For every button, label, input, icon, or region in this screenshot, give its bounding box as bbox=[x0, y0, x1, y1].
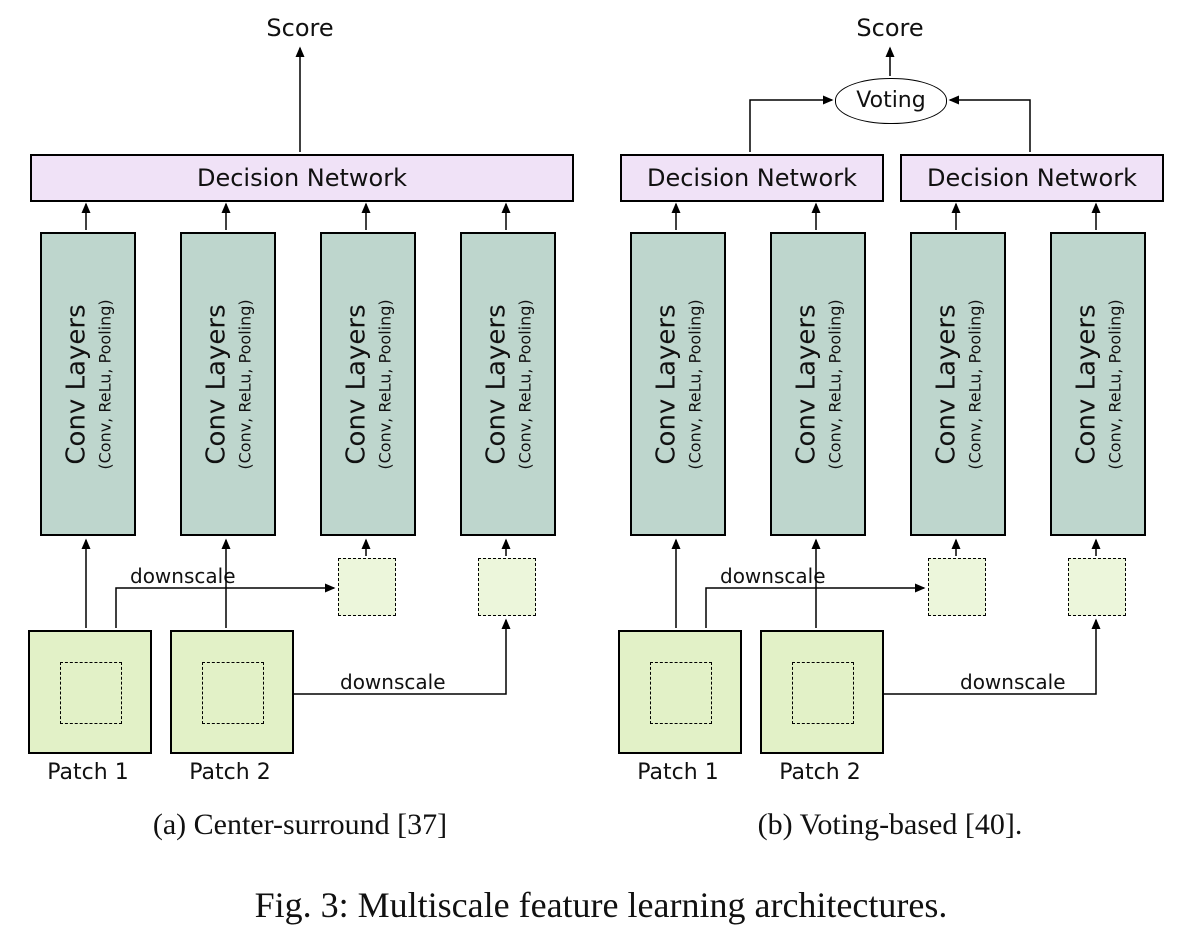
conv-block-a1: Conv Layers(Conv, ReLu, Pooling) bbox=[40, 232, 136, 536]
voting-node: Voting bbox=[835, 78, 947, 124]
downscale-label-b-upper: downscale bbox=[720, 564, 826, 588]
downscaled-patch-a3 bbox=[338, 558, 396, 616]
score-label-a: Score bbox=[230, 14, 370, 42]
patch-2-a bbox=[170, 630, 294, 754]
conv-block-a2: Conv Layers(Conv, ReLu, Pooling) bbox=[180, 232, 276, 536]
downscale-label-a-lower: downscale bbox=[340, 670, 446, 694]
conv-block-b2: Conv Layers(Conv, ReLu, Pooling) bbox=[770, 232, 866, 536]
decision-network-a: Decision Network bbox=[30, 154, 574, 202]
inner-patch-icon bbox=[202, 662, 264, 724]
inner-patch-icon bbox=[650, 662, 712, 724]
patch-2-label-b: Patch 2 bbox=[760, 760, 880, 785]
conv-block-a3: Conv Layers(Conv, ReLu, Pooling) bbox=[320, 232, 416, 536]
downscale-label-b-lower: downscale bbox=[960, 670, 1066, 694]
subcaption-a: (a) Center-surround [37] bbox=[20, 808, 580, 842]
figure-caption: Fig. 3: Multiscale feature learning arch… bbox=[0, 884, 1202, 926]
downscaled-patch-b4 bbox=[1068, 558, 1126, 616]
subcaption-b: (b) Voting-based [40]. bbox=[610, 808, 1170, 842]
patch-2-label-a: Patch 2 bbox=[170, 760, 290, 785]
downscale-label-a-upper: downscale bbox=[130, 564, 236, 588]
conv-sub: (Conv, ReLu, Pooling) bbox=[96, 299, 115, 469]
conv-block-b1: Conv Layers(Conv, ReLu, Pooling) bbox=[630, 232, 726, 536]
conv-block-b3: Conv Layers(Conv, ReLu, Pooling) bbox=[910, 232, 1006, 536]
decision-network-b1: Decision Network bbox=[620, 154, 884, 202]
conv-block-a4: Conv Layers(Conv, ReLu, Pooling) bbox=[460, 232, 556, 536]
decision-network-b2: Decision Network bbox=[900, 154, 1164, 202]
downscaled-patch-a4 bbox=[478, 558, 536, 616]
downscaled-patch-b3 bbox=[928, 558, 986, 616]
inner-patch-icon bbox=[60, 662, 122, 724]
patch-2-b bbox=[760, 630, 884, 754]
inner-patch-icon bbox=[792, 662, 854, 724]
score-label-b: Score bbox=[820, 14, 960, 42]
conv-block-b4: Conv Layers(Conv, ReLu, Pooling) bbox=[1050, 232, 1146, 536]
conv-title: Conv Layers bbox=[62, 299, 92, 469]
patch-1-a bbox=[28, 630, 152, 754]
patch-1-label-b: Patch 1 bbox=[618, 760, 738, 785]
patch-1-b bbox=[618, 630, 742, 754]
patch-1-label-a: Patch 1 bbox=[28, 760, 148, 785]
